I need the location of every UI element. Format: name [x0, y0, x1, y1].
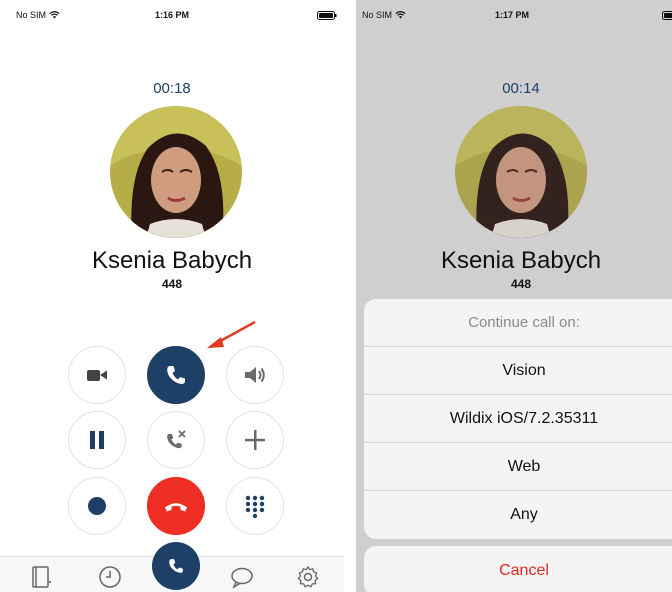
status-time: 1:17 PM [494, 10, 529, 20]
status-bar: No SIM 1:16 PM [0, 8, 344, 24]
keypad-button[interactable] [226, 477, 284, 535]
keypad-icon [245, 495, 265, 519]
battery-icon [662, 11, 672, 20]
speaker-icon [245, 367, 265, 383]
tab-settings[interactable] [296, 565, 320, 589]
phone-icon [169, 559, 183, 573]
end-call-icon [165, 503, 187, 512]
continue-call-action-sheet: Continue call on: Vision Wildix iOS/7.2.… [364, 299, 672, 539]
video-camera-icon [87, 370, 107, 381]
add-call-button[interactable] [226, 411, 284, 469]
settings-gear-icon [297, 565, 319, 588]
contact-extension: 448 [161, 277, 183, 291]
call-screen-left: No SIM 1:16 PM 00:18 Ksenia Babych 448 [0, 0, 344, 592]
record-button[interactable] [68, 477, 126, 535]
plus-icon [245, 430, 265, 450]
phone-mode-button[interactable] [147, 346, 205, 404]
hold-button[interactable] [68, 411, 126, 469]
phonebook-icon [32, 566, 51, 588]
cancel-group: Cancel [364, 546, 672, 592]
contact-name: Ksenia Babych [91, 247, 253, 274]
status-bar: No SIM 1:17 PM [356, 8, 672, 24]
contact-name: Ksenia Babych [440, 247, 602, 274]
call-screen-right: No SIM 1:17 PM 00:14 Ksenia Babych 448 C… [356, 0, 672, 592]
tab-calls[interactable] [152, 542, 200, 590]
record-icon [88, 497, 106, 515]
option-wildix-ios[interactable]: Wildix iOS/7.2.35311 [364, 395, 672, 443]
option-web[interactable]: Web [364, 443, 672, 491]
tab-phonebook[interactable] [29, 565, 53, 589]
action-sheet-title: Continue call on: [364, 299, 672, 347]
status-time: 1:16 PM [154, 10, 189, 20]
call-timer: 00:14 [502, 80, 540, 97]
video-call-button[interactable] [68, 346, 126, 404]
chat-bubble-icon [231, 567, 253, 589]
transfer-button[interactable] [147, 411, 205, 469]
history-clock-icon [99, 566, 121, 588]
tab-history[interactable] [98, 565, 122, 589]
option-any[interactable]: Any [364, 491, 672, 539]
cancel-button[interactable]: Cancel [364, 546, 672, 592]
end-call-button[interactable] [147, 477, 205, 535]
contact-extension: 448 [510, 277, 532, 291]
call-transfer-icon [167, 430, 186, 449]
tab-chat[interactable] [230, 565, 254, 589]
battery-icon [317, 11, 337, 20]
phone-icon [167, 366, 185, 384]
pause-icon [90, 431, 104, 449]
speaker-button[interactable] [226, 346, 284, 404]
option-vision[interactable]: Vision [364, 347, 672, 395]
contact-avatar [110, 106, 242, 238]
call-timer: 00:18 [153, 80, 191, 97]
contact-avatar [455, 106, 587, 238]
